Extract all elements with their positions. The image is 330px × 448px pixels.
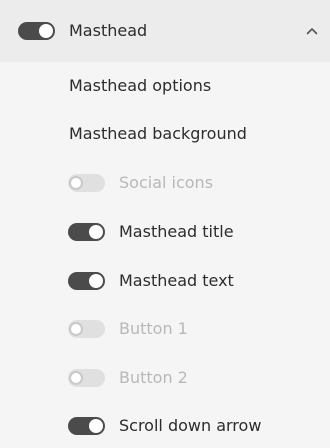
button-2-toggle-track	[68, 369, 105, 387]
masthead-text-toggle-track	[68, 272, 105, 290]
button-1-label: Button 1	[119, 319, 188, 338]
masthead-text-toggle-knob	[89, 274, 103, 288]
masthead-toggle-knob	[39, 24, 53, 38]
social-icons-toggle-knob	[69, 176, 83, 190]
scroll-down-arrow-toggle-knob	[89, 419, 103, 433]
masthead-text-toggle[interactable]	[68, 272, 105, 290]
masthead-title-toggle-track	[68, 223, 105, 241]
masthead-background-link[interactable]: Masthead background	[69, 122, 247, 146]
masthead-toggle[interactable]	[18, 22, 55, 40]
masthead-toggle-track	[18, 22, 55, 40]
scroll-down-arrow-toggle[interactable]	[68, 417, 105, 435]
masthead-section-header[interactable]: Masthead	[0, 0, 330, 62]
masthead-settings-panel: Masthead Masthead options Masthead backg…	[0, 0, 330, 448]
social-icons-label: Social icons	[119, 173, 214, 192]
button-2-toggle[interactable]	[68, 369, 105, 387]
button-2-label: Button 2	[119, 368, 188, 387]
masthead-title-label: Masthead title	[119, 222, 234, 241]
social-icons-toggle-track	[68, 174, 105, 192]
masthead-options-link[interactable]: Masthead options	[69, 74, 211, 98]
masthead-title-toggle-knob	[89, 225, 103, 239]
button-1-toggle-track	[68, 320, 105, 338]
chevron-up-icon[interactable]	[304, 23, 320, 39]
masthead-text-label: Masthead text	[119, 271, 234, 290]
masthead-title-toggle[interactable]	[68, 223, 105, 241]
scroll-down-arrow-toggle-track	[68, 417, 105, 435]
social-icons-toggle[interactable]	[68, 174, 105, 192]
button-1-toggle[interactable]	[68, 320, 105, 338]
button-2-toggle-knob	[69, 371, 83, 385]
masthead-section-title: Masthead	[69, 21, 148, 40]
scroll-down-arrow-label: Scroll down arrow	[119, 416, 262, 435]
button-1-toggle-knob	[69, 322, 83, 336]
